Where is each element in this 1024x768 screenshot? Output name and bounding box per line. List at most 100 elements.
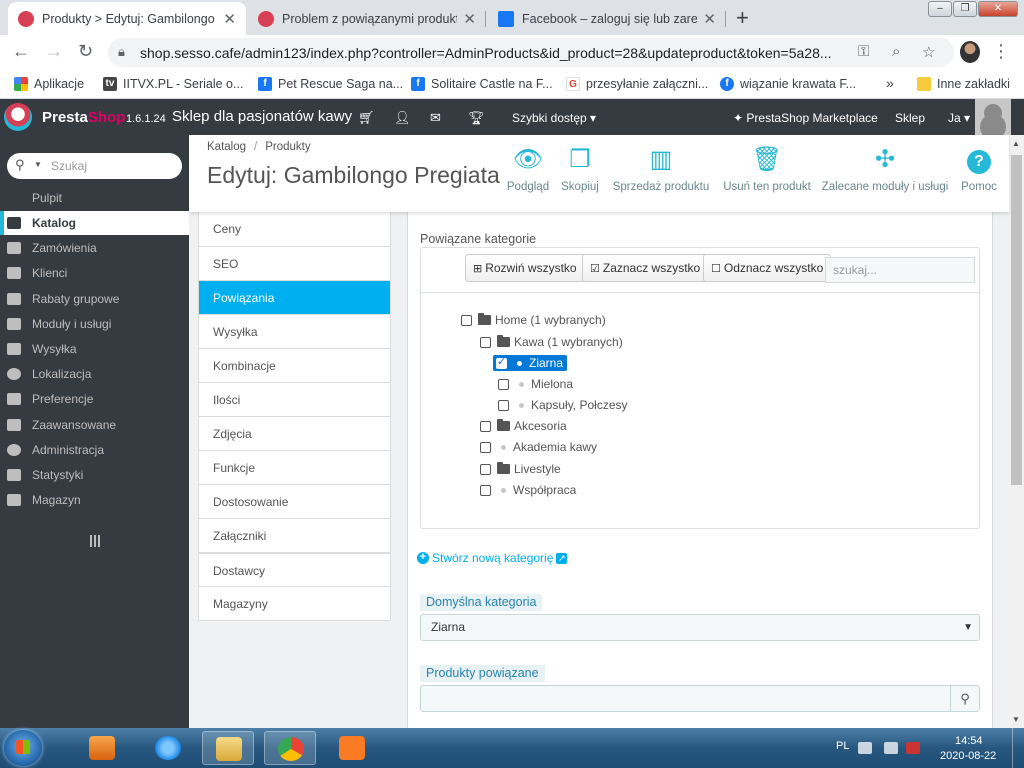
scroll-down-icon[interactable]: ▼: [1012, 715, 1020, 724]
sidebar-item-rabaty[interactable]: Rabaty grupowe: [0, 287, 189, 311]
related-products-input[interactable]: [420, 685, 951, 712]
bookmark-pet-rescue[interactable]: f Pet Rescue Saga na...: [258, 77, 403, 91]
close-window-button[interactable]: ✕: [978, 1, 1018, 17]
tab-seo[interactable]: SEO: [199, 246, 390, 280]
start-button[interactable]: [4, 730, 42, 766]
bookmark-solitaire[interactable]: f Solitaire Castle na F...: [411, 77, 553, 91]
bookmark-apps[interactable]: Aplikacje: [14, 77, 84, 91]
tab-kombinacje[interactable]: Kombinacje: [199, 348, 390, 382]
employee-dropdown[interactable]: Ja ▾: [948, 111, 970, 125]
tab-funkcje[interactable]: Funkcje: [199, 450, 390, 484]
user-icon[interactable]: 👤︎: [394, 110, 411, 126]
show-desktop-button[interactable]: [1012, 728, 1024, 768]
employee-avatar[interactable]: [975, 99, 1011, 135]
more-bookmarks-button[interactable]: »: [886, 75, 894, 91]
network-icon[interactable]: [884, 742, 898, 754]
sidebar-item-katalog[interactable]: Katalog: [0, 211, 189, 235]
quick-access-dropdown[interactable]: Szybki dostęp ▾: [512, 111, 596, 125]
reload-icon[interactable]: ↻: [78, 41, 93, 62]
sidebar-item-zaawansowane[interactable]: Zaawansowane: [0, 413, 189, 437]
sidebar-item-moduly[interactable]: Moduły i usługi: [0, 312, 189, 336]
sidebar-search[interactable]: ⚲ ▼: [7, 153, 182, 179]
lock-icon[interactable]: 🔒︎: [118, 44, 125, 60]
bookmark-google[interactable]: G przesyłanie załączni...: [566, 77, 708, 91]
breadcrumb-products[interactable]: Produkty: [265, 141, 310, 153]
close-tab-icon[interactable]: ✕: [703, 10, 716, 28]
tab-ceny[interactable]: Ceny: [199, 212, 390, 246]
sidebar-item-magazyn[interactable]: Magazyn: [0, 488, 189, 512]
sidebar-search-input[interactable]: [51, 157, 171, 175]
bookmark-krawat[interactable]: f wiązanie krawata F...: [720, 77, 856, 91]
volume-muted-icon[interactable]: [906, 742, 920, 754]
profile-avatar[interactable]: [960, 41, 980, 63]
sidebar-item-pulpit[interactable]: Pulpit: [0, 186, 189, 210]
prestashop-favicon-icon: [18, 10, 34, 27]
tab-ilosci[interactable]: Ilości: [199, 382, 390, 416]
bookmark-iitvx[interactable]: tv IITVX.PL - Seriale o...: [103, 77, 243, 91]
scroll-thumb[interactable]: [1011, 155, 1022, 485]
trophy-icon[interactable]: 🏆︎: [468, 110, 485, 126]
duplicate-button[interactable]: ❐ Skopiuj: [557, 145, 603, 193]
browser-tab-facebook[interactable]: Facebook – zaloguj się lub zareje ✕: [488, 2, 726, 35]
clock-time[interactable]: 14:54: [955, 735, 983, 747]
scroll-up-icon[interactable]: ▲: [1012, 139, 1020, 148]
caret-down-icon[interactable]: ▼: [34, 160, 42, 169]
zoom-icon[interactable]: ⌕: [892, 43, 900, 60]
marketplace-link[interactable]: ✦ PrestaShop Marketplace: [733, 111, 878, 125]
keyboard-icon[interactable]: [858, 742, 872, 754]
tab-zdjecia[interactable]: Zdjęcia: [199, 416, 390, 450]
browser-tab-problem[interactable]: Problem z powiązanymi produkta ✕: [248, 2, 486, 35]
breadcrumb-catalog[interactable]: Katalog: [207, 141, 246, 153]
sidebar-item-zamowienia[interactable]: Zamówienia: [0, 236, 189, 260]
tab-wysylka[interactable]: Wysyłka: [199, 314, 390, 348]
forward-arrow-icon[interactable]: →: [45, 41, 63, 62]
prestashop-logo-icon[interactable]: [4, 103, 32, 131]
browser-tab-products[interactable]: Produkty > Edytuj: Gambilongo P ✕: [8, 2, 246, 35]
taskbar-media-player[interactable]: [76, 731, 128, 765]
clock-date[interactable]: 2020-08-22: [940, 750, 996, 762]
bookmark-star-icon[interactable]: ☆: [922, 43, 935, 61]
default-category-select[interactable]: Ziarna ▼: [420, 614, 980, 641]
close-tab-icon[interactable]: ✕: [223, 10, 236, 28]
help-button[interactable]: ? Pomoc: [957, 145, 1001, 193]
related-products-search-button[interactable]: ⚲: [950, 685, 980, 712]
delete-product-button[interactable]: 🗑︎ Usuń ten produkt: [719, 145, 815, 193]
taskbar-internet-explorer[interactable]: [142, 731, 194, 765]
preview-button[interactable]: 👁︎ Podgląd: [501, 145, 555, 193]
cart-icon[interactable]: 🛒︎: [358, 110, 375, 126]
search-icon[interactable]: ⚲: [15, 157, 25, 173]
envelope-icon[interactable]: ✉: [430, 110, 441, 126]
shop-name[interactable]: Sklep dla pasjonatów kawy: [172, 108, 352, 125]
new-tab-button[interactable]: +: [736, 5, 749, 31]
recommended-modules-button[interactable]: ✣ Zalecane moduły i usługi: [821, 145, 949, 193]
language-indicator[interactable]: PL: [836, 740, 849, 752]
taskbar-xampp[interactable]: [326, 731, 378, 765]
tab-dostawcy[interactable]: Dostawcy: [199, 552, 390, 586]
minimize-window-button[interactable]: –: [928, 1, 952, 17]
key-icon[interactable]: ⚿: [858, 43, 869, 60]
sidebar-collapse-icon[interactable]: [90, 535, 100, 547]
bookmark-other[interactable]: Inne zakładki: [917, 77, 1010, 91]
sidebar-item-administracja[interactable]: Administracja: [0, 438, 189, 462]
restore-window-button[interactable]: ❐: [953, 1, 977, 17]
taskbar-file-explorer[interactable]: [202, 731, 254, 765]
product-sales-button[interactable]: ▥ Sprzedaż produktu: [609, 145, 713, 193]
sidebar-item-lokalizacja[interactable]: Lokalizacja: [0, 362, 189, 386]
tab-zalaczniki[interactable]: Załączniki: [199, 518, 390, 552]
sidebar-item-preferencje[interactable]: Preferencje: [0, 387, 189, 411]
back-arrow-icon[interactable]: ←: [12, 41, 30, 62]
brand-name[interactable]: PrestaShop: [42, 109, 125, 126]
sidebar-item-wysylka[interactable]: Wysyłka: [0, 337, 189, 361]
url-text[interactable]: shop.sesso.cafe/admin123/index.php?contr…: [140, 45, 840, 61]
sidebar-item-statystyki[interactable]: Statystyki: [0, 463, 189, 487]
tab-magazyny[interactable]: Magazyny: [199, 586, 390, 620]
close-tab-icon[interactable]: ✕: [463, 10, 476, 28]
sidebar-item-klienci[interactable]: Klienci: [0, 261, 189, 285]
address-bar[interactable]: 🔒︎ shop.sesso.cafe/admin123/index.php?co…: [108, 38, 954, 67]
page-scrollbar[interactable]: ▲ ▼: [1009, 135, 1024, 728]
tab-powiazania[interactable]: Powiązania: [199, 280, 390, 314]
browser-menu-icon[interactable]: ⋮: [992, 41, 1010, 62]
taskbar-chrome[interactable]: [264, 731, 316, 765]
tab-dostosowanie[interactable]: Dostosowanie: [199, 484, 390, 518]
shop-link[interactable]: Sklep: [895, 111, 925, 125]
